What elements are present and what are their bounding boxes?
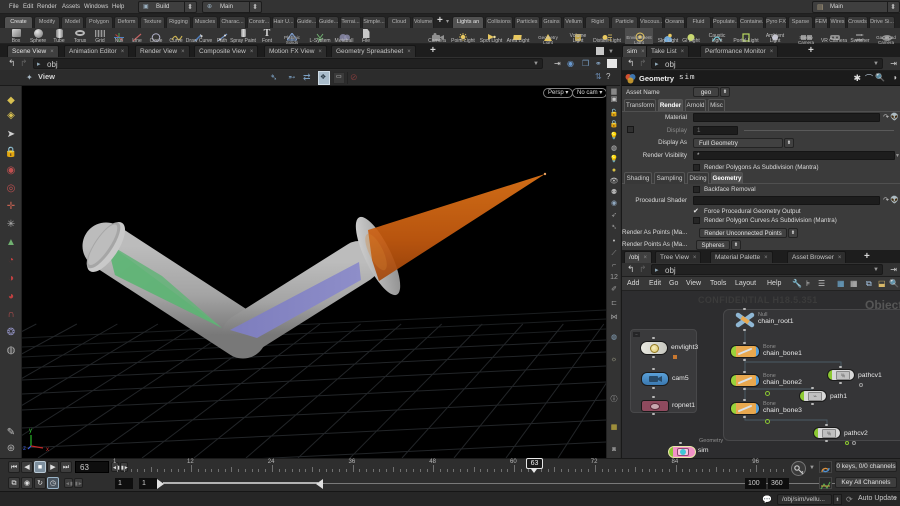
- svg-text:y: y: [29, 428, 32, 434]
- svg-text:x: x: [46, 447, 49, 453]
- svg-text:z: z: [23, 446, 26, 452]
